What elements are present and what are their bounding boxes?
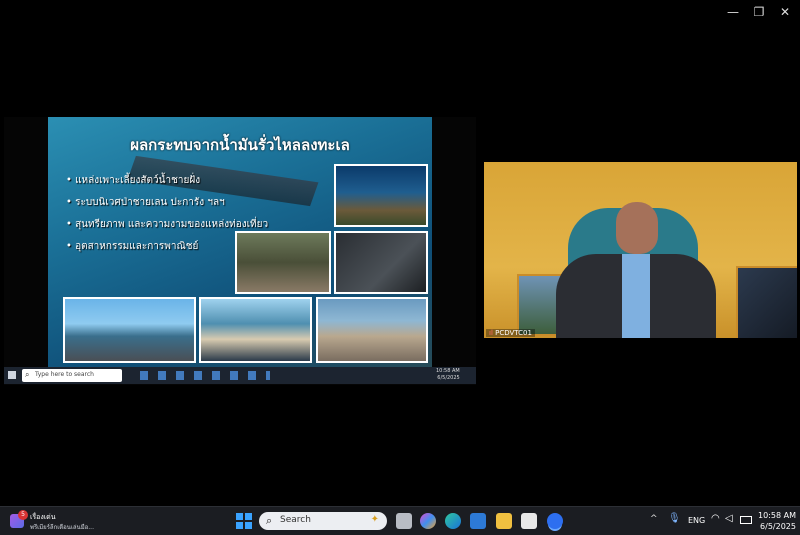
taskbar-search[interactable]: ⌕ Search ✦ [259, 512, 387, 530]
presentation-slide: ผลกระทบจากน้ำมันรั่วไหลลงทะเล แหล่งเพาะเ… [48, 117, 432, 367]
minimize-icon: — [727, 5, 739, 19]
mangrove-photo [235, 231, 331, 294]
participant-name: PCDVTC01 [495, 329, 532, 337]
microphone-icon[interactable]: 🎙 [668, 513, 681, 524]
shared-search-icon: ⌕ [25, 370, 30, 379]
battery-icon[interactable] [740, 516, 752, 524]
bullet-item: ระบบนิเวศป่าชายเลน ปะการัง ฯลฯ [66, 192, 268, 214]
taskbar: 5 เรื่องเด่น พรีเมียร์ลีกเตือนเล่นมือ...… [0, 506, 800, 535]
restore-button[interactable]: ❐ [746, 0, 772, 24]
windows-icon [236, 513, 252, 529]
restore-icon: ❐ [753, 5, 765, 19]
edge-icon[interactable] [445, 513, 461, 529]
wifi-icon[interactable]: ◠ [711, 513, 720, 524]
wall-painting-right [736, 266, 797, 338]
taskbar-time: 10:58 AM [758, 511, 796, 520]
shared-app-icons [140, 371, 270, 380]
file-explorer-icon[interactable] [496, 513, 512, 529]
shared-search-placeholder: Type here to search [35, 371, 94, 378]
news-badge: 5 [18, 510, 28, 520]
shared-time: 10:58 AM [436, 368, 460, 374]
slide-title: ผลกระทบจากน้ำมันรั่วไหลลงทะเล [130, 136, 350, 154]
close-button[interactable]: ✕ [772, 0, 798, 24]
windows-start-icon [8, 371, 16, 379]
crowded-beach-photo [316, 297, 428, 363]
taskbar-search-placeholder: Search [280, 515, 311, 525]
shared-search-box: ⌕ Type here to search [22, 369, 122, 382]
volume-icon[interactable]: ◁ [725, 513, 733, 524]
minimize-button[interactable]: — [720, 0, 746, 24]
coral-reef-photo [334, 164, 428, 227]
news-widget[interactable]: 5 เรื่องเด่น พรีเมียร์ลีกเตือนเล่นมือ... [10, 510, 120, 532]
participant-video: ıl PCDVTC01 [484, 162, 797, 338]
shared-taskbar: ⌕ Type here to search 10:58 AM 6/5/2025 [4, 367, 476, 384]
mail-icon[interactable] [470, 513, 486, 529]
zoom-icon[interactable] [547, 513, 563, 529]
taskbar-date: 6/5/2025 [760, 522, 796, 531]
fish-farm-photo [63, 297, 196, 363]
show-hidden-icons[interactable]: ^ [650, 514, 658, 524]
news-subtitle: พรีเมียร์ลีกเตือนเล่นมือ... [30, 524, 94, 531]
store-icon[interactable] [521, 513, 537, 529]
bullet-item: แหล่งเพาะเลี้ยงสัตว์น้ำชายฝั่ง [66, 170, 268, 192]
close-icon: ✕ [779, 5, 791, 19]
oiled-turtle-photo [334, 231, 428, 294]
participant-label: ıl PCDVTC01 [486, 329, 535, 337]
start-button[interactable] [236, 513, 252, 529]
speaker [556, 202, 716, 338]
signal-icon: ıl [489, 329, 493, 337]
shared-date: 6/5/2025 [437, 375, 460, 381]
copilot-sparkle-icon: ✦ [370, 514, 379, 525]
search-icon: ⌕ [266, 514, 273, 527]
copilot-icon[interactable] [420, 513, 436, 529]
task-view-icon[interactable] [396, 513, 412, 529]
language-indicator[interactable]: ENG [688, 516, 705, 525]
oiled-beach-photo [199, 297, 312, 363]
shared-clock: 10:58 AM 6/5/2025 [436, 368, 460, 382]
taskbar-clock[interactable]: 10:58 AM 6/5/2025 [758, 510, 796, 532]
